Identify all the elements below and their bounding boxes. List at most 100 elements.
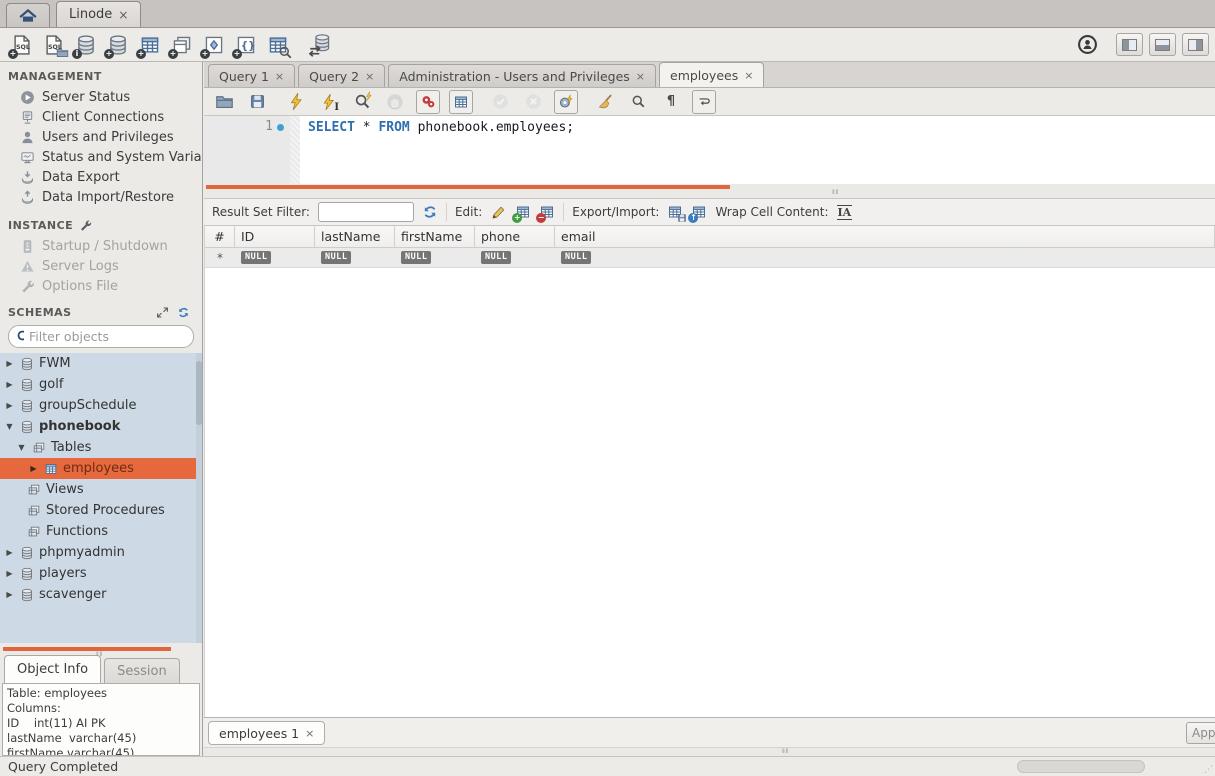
toggle-bottom-panel-button[interactable] <box>1149 33 1176 56</box>
tree-item-phpmyadmin[interactable]: ▶phpmyadmin <box>0 542 202 563</box>
beautify-sql-button[interactable] <box>593 90 617 114</box>
connection-tab[interactable]: Linode × <box>56 1 141 27</box>
tree-item-scavenger[interactable]: ▶scavenger <box>0 584 202 605</box>
editor-result-splitter[interactable]: ⦀⦀ <box>204 184 1215 198</box>
toggle-word-wrap-button[interactable] <box>692 90 716 114</box>
edit-record-icon[interactable] <box>490 204 507 221</box>
tree-item-phonebook[interactable]: ▼phonebook <box>0 416 202 437</box>
limit-rows-button[interactable] <box>449 90 473 114</box>
tab-administration-users[interactable]: Administration - Users and Privileges× <box>388 64 656 87</box>
cell-firstname[interactable]: NULL <box>395 251 475 264</box>
apply-button[interactable]: Apply <box>1186 722 1215 744</box>
save-button[interactable] <box>245 90 269 114</box>
tab-object-info[interactable]: Object Info <box>4 655 101 683</box>
export-recordset-icon[interactable] <box>667 204 683 220</box>
chevron-right-icon[interactable]: ▶ <box>28 464 39 473</box>
tree-item-groupSchedule[interactable]: ▶groupSchedule <box>0 395 202 416</box>
cell-phone[interactable]: NULL <box>475 251 555 264</box>
bottom-splitter[interactable]: ⦀⦀ <box>204 747 1215 756</box>
sidebar-item-data-export[interactable]: Data Export <box>0 167 202 187</box>
insert-row-icon[interactable]: + <box>515 204 531 220</box>
chevron-right-icon[interactable]: ▶ <box>4 548 15 557</box>
close-icon[interactable]: × <box>305 727 314 740</box>
tree-item-FWM[interactable]: ▶FWM <box>0 353 202 374</box>
tab-query-2[interactable]: Query 2× <box>298 64 385 87</box>
new-schema-button[interactable]: + <box>102 30 134 60</box>
explain-plan-button[interactable] <box>350 90 374 114</box>
home-tab[interactable] <box>6 3 50 27</box>
sidebar-item-users-privileges[interactable]: Users and Privileges <box>0 127 202 147</box>
chevron-right-icon[interactable]: ▶ <box>4 359 15 368</box>
new-sql-tab-button[interactable]: + <box>6 30 38 60</box>
close-icon[interactable]: × <box>744 69 753 82</box>
cell-id[interactable]: NULL <box>235 251 315 264</box>
sidebar-splitter[interactable]: ⦀⦀ <box>0 643 202 655</box>
tree-item-stored-procedures[interactable]: Stored Procedures <box>0 500 202 521</box>
new-procedure-button[interactable]: + <box>198 30 230 60</box>
column-header-id[interactable]: ID <box>235 226 315 247</box>
tree-item-views[interactable]: Views <box>0 479 202 500</box>
cell-lastname[interactable]: NULL <box>315 251 395 264</box>
chevron-down-icon[interactable]: ▼ <box>4 422 15 431</box>
sql-editor[interactable]: 1 SELECT * FROM phonebook.employees; <box>204 116 1215 184</box>
close-icon[interactable]: × <box>636 70 645 83</box>
tree-scrollbar[interactable] <box>196 353 202 643</box>
tab-employees[interactable]: employees× <box>659 62 764 87</box>
cell-email[interactable]: NULL <box>555 251 1215 264</box>
sidebar-item-client-connections[interactable]: Client Connections <box>0 107 202 127</box>
tab-query-1[interactable]: Query 1× <box>208 64 295 87</box>
tree-item-functions[interactable]: Functions <box>0 521 202 542</box>
new-view-button[interactable]: + <box>166 30 198 60</box>
new-function-button[interactable]: + <box>230 30 262 60</box>
delete-row-icon[interactable]: − <box>539 204 555 220</box>
sidebar-item-status-system-variables[interactable]: Status and System Variables <box>0 147 202 167</box>
tab-result-employees-1[interactable]: employees 1× <box>208 721 325 745</box>
close-icon[interactable]: × <box>275 70 284 83</box>
sql-code[interactable]: SELECT * FROM phonebook.employees; <box>300 116 1215 184</box>
column-header-lastname[interactable]: lastName <box>315 226 395 247</box>
chevron-right-icon[interactable]: ▶ <box>4 569 15 578</box>
chevron-right-icon[interactable]: ▶ <box>4 401 15 410</box>
execute-button[interactable] <box>284 90 308 114</box>
refresh-schemas-icon[interactable] <box>177 306 190 319</box>
sidebar-item-server-logs[interactable]: Server Logs <box>0 256 202 276</box>
refresh-icon[interactable] <box>422 204 438 220</box>
new-table-button[interactable]: + <box>134 30 166 60</box>
column-header-phone[interactable]: phone <box>475 226 555 247</box>
execute-current-statement-button[interactable]: I <box>317 90 341 114</box>
chevron-right-icon[interactable]: ▶ <box>4 380 15 389</box>
rollback-button[interactable] <box>521 90 545 114</box>
column-header-row-number[interactable]: # <box>205 226 235 247</box>
sidebar-item-data-import[interactable]: Data Import/Restore <box>0 187 202 207</box>
toggle-stop-on-error-button[interactable] <box>416 90 440 114</box>
schema-filter-input[interactable] <box>29 329 185 344</box>
table-row[interactable]: * NULL NULL NULL NULL NULL <box>205 248 1215 268</box>
toggle-invisible-characters-button[interactable]: ¶ <box>659 90 683 114</box>
tab-session[interactable]: Session <box>104 658 180 683</box>
search-table-data-button[interactable] <box>262 30 294 60</box>
commit-button[interactable] <box>488 90 512 114</box>
stop-query-button[interactable] <box>383 90 407 114</box>
column-header-firstname[interactable]: firstName <box>395 226 475 247</box>
open-file-button[interactable] <box>212 90 236 114</box>
reconnect-dbms-button[interactable] <box>304 30 336 60</box>
close-icon[interactable]: × <box>118 8 128 22</box>
open-sql-script-button[interactable] <box>38 30 70 60</box>
resize-grip-icon[interactable]: ⋰ <box>1204 765 1213 775</box>
sidebar-item-startup-shutdown[interactable]: Startup / Shutdown <box>0 236 202 256</box>
expand-schemas-icon[interactable] <box>156 306 169 319</box>
toggle-autocommit-button[interactable] <box>554 90 578 114</box>
chevron-right-icon[interactable]: ▶ <box>4 590 15 599</box>
tree-item-golf[interactable]: ▶golf <box>0 374 202 395</box>
chevron-down-icon[interactable]: ▼ <box>16 443 27 452</box>
toggle-right-sidebar-button[interactable] <box>1182 33 1209 56</box>
tree-item-players[interactable]: ▶players <box>0 563 202 584</box>
tree-item-employees[interactable]: ▶employees <box>0 458 202 479</box>
result-filter-input[interactable] <box>318 202 414 222</box>
sidebar-item-server-status[interactable]: Server Status <box>0 87 202 107</box>
horizontal-scrollbar-thumb[interactable] <box>1017 760 1145 773</box>
wrap-cell-content-icon[interactable]: IA <box>837 205 853 220</box>
schema-inspector-button[interactable]: i <box>70 30 102 60</box>
import-records-icon[interactable]: ↑ <box>691 204 707 220</box>
tree-item-tables[interactable]: ▼Tables <box>0 437 202 458</box>
